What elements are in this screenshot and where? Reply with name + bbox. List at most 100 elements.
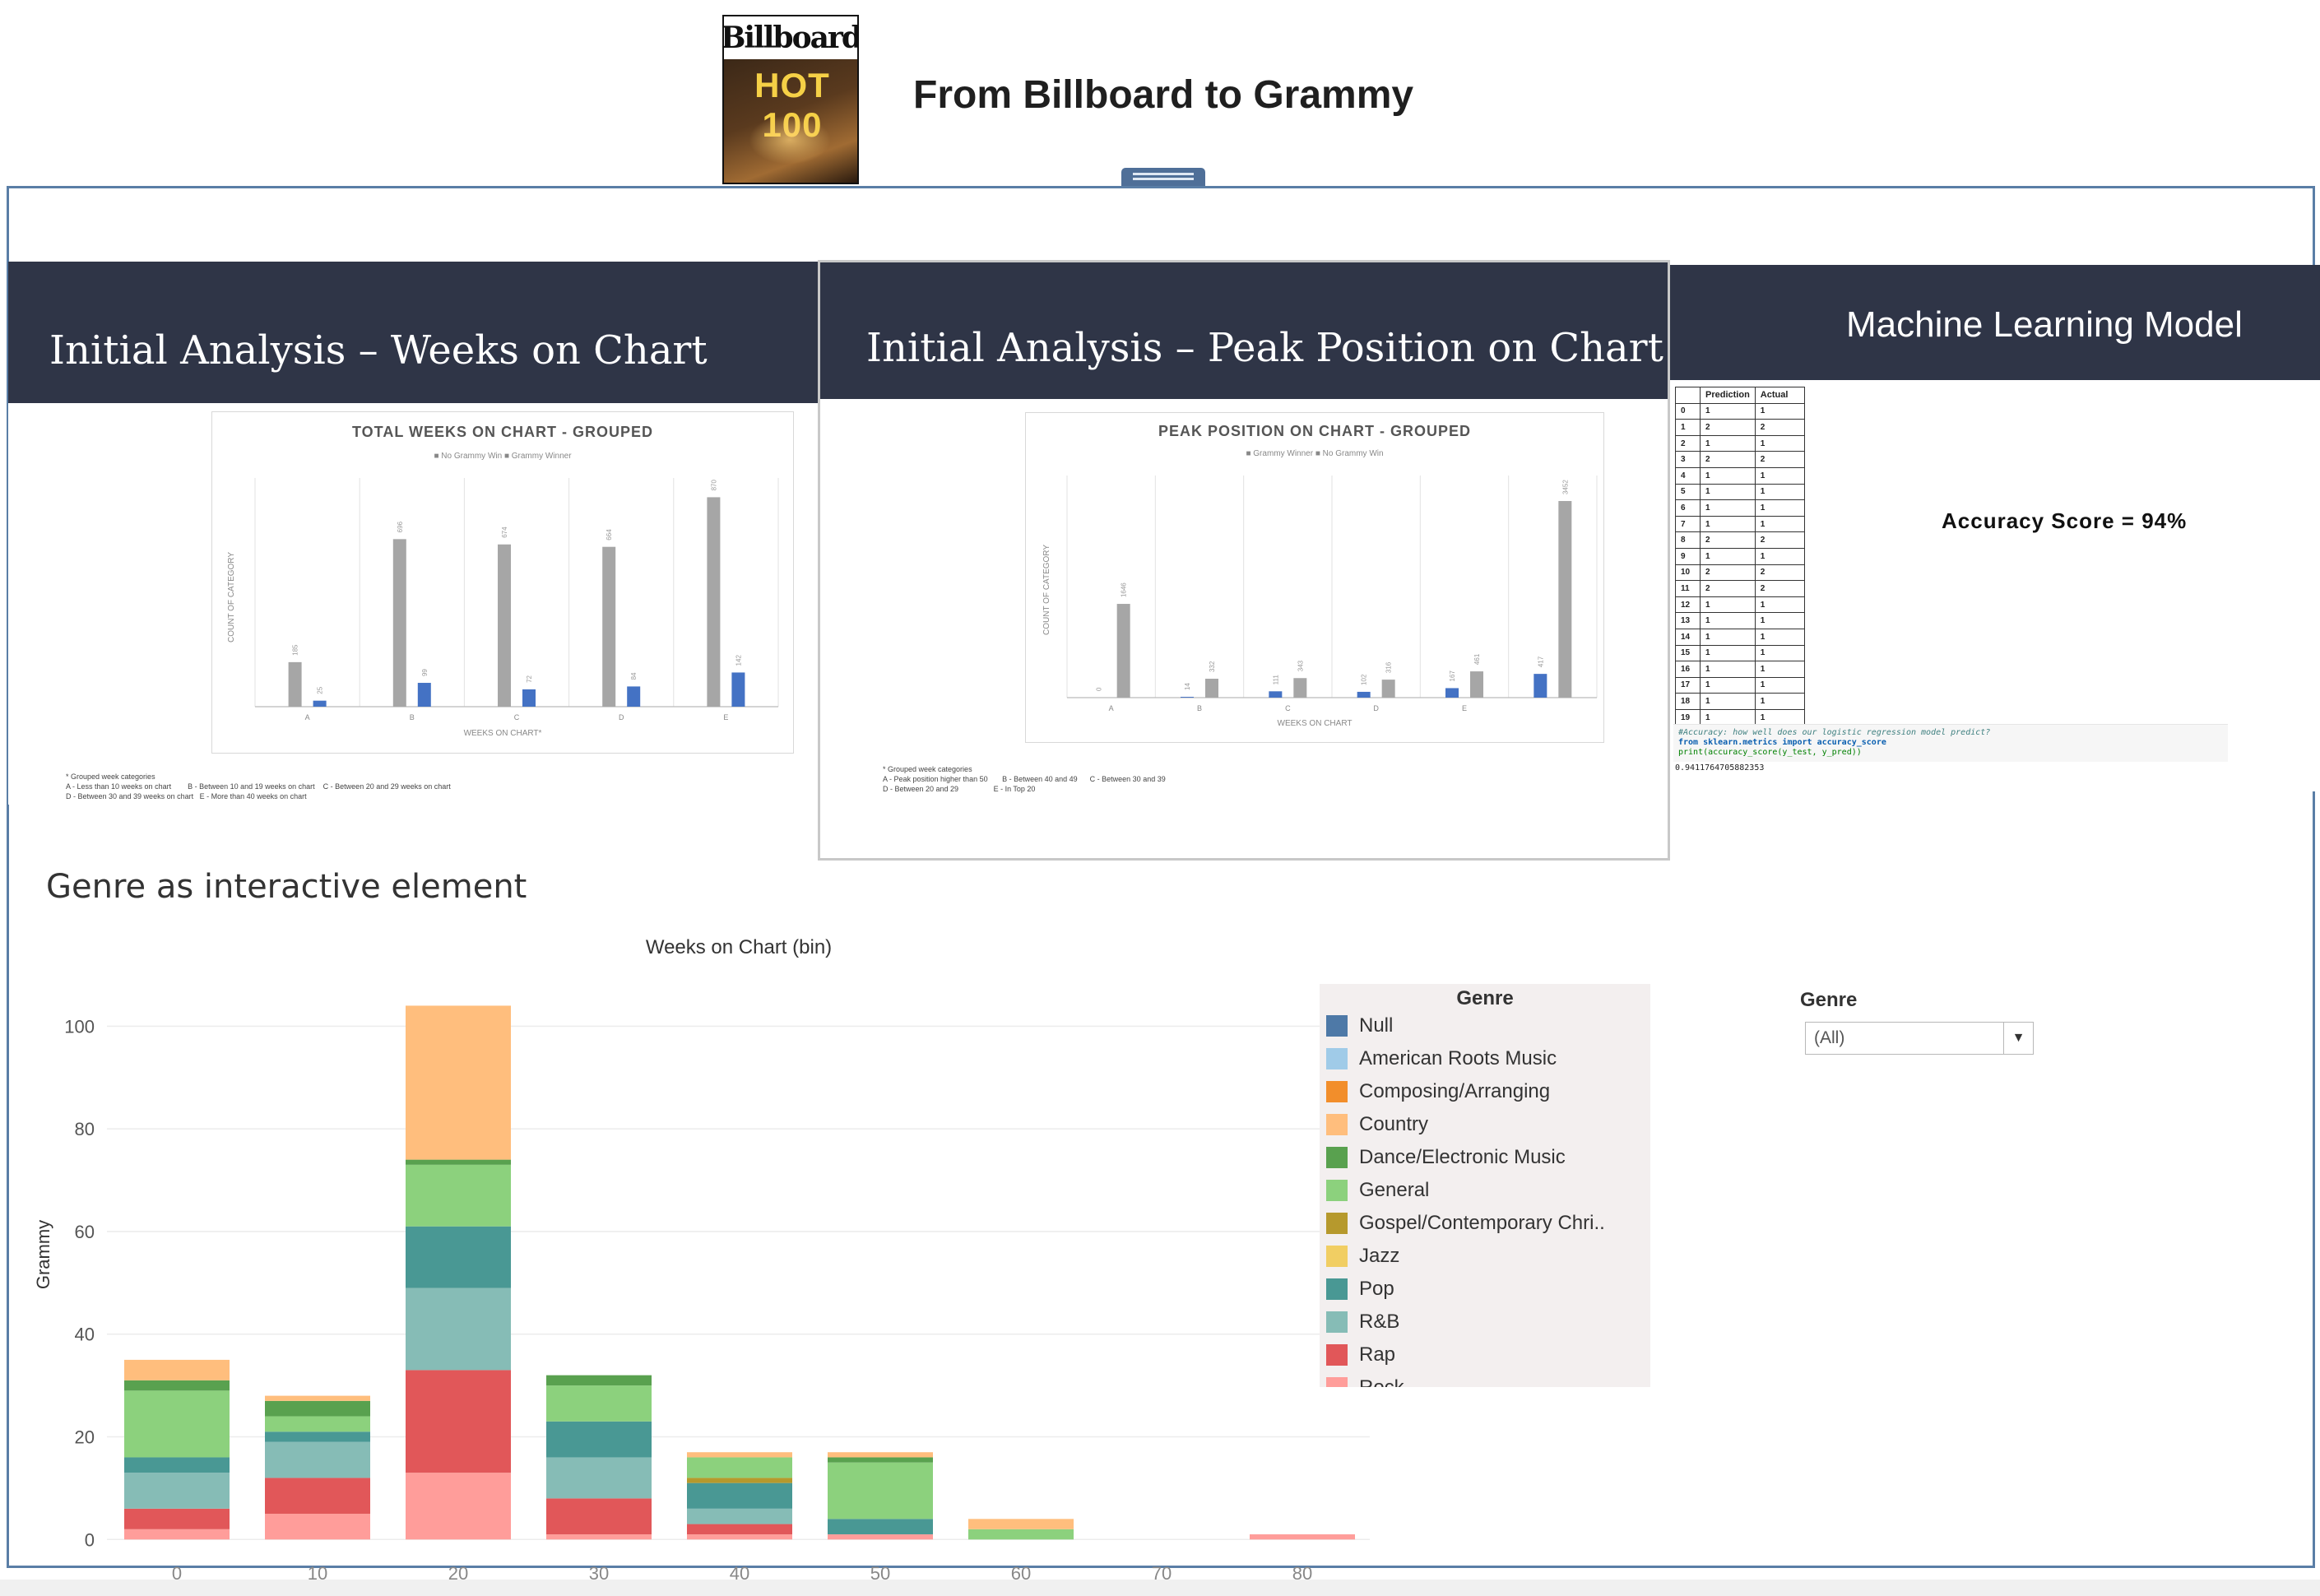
stacked-bar-segment[interactable] bbox=[546, 1534, 652, 1540]
legend-label: Pop bbox=[1359, 1278, 1394, 1300]
stacked-bar-segment[interactable] bbox=[406, 1005, 511, 1160]
legend-item[interactable]: Rock bbox=[1326, 1376, 1404, 1387]
stacked-bar-segment[interactable] bbox=[124, 1457, 230, 1473]
table-cell: 5 bbox=[1675, 483, 1701, 501]
chart-footnote: * Grouped week categories A - Peak posit… bbox=[883, 765, 1166, 793]
logo-wordmark: Billboard bbox=[722, 21, 859, 55]
data-label: 0 bbox=[1096, 687, 1103, 691]
stacked-bar-segment[interactable] bbox=[265, 1431, 370, 1442]
stacked-bar-segment[interactable] bbox=[1250, 1534, 1355, 1540]
bar bbox=[1381, 680, 1395, 698]
stacked-bar-segment[interactable] bbox=[124, 1473, 230, 1509]
bottom-scrollbar[interactable] bbox=[0, 1580, 2320, 1596]
table-row: 511 bbox=[1675, 483, 1805, 501]
table-cell: 2 bbox=[1754, 580, 1805, 597]
slide-title: Machine Learning Model bbox=[1846, 304, 2243, 345]
stacked-bar-segment[interactable] bbox=[265, 1441, 370, 1478]
stacked-bar-segment[interactable] bbox=[546, 1498, 652, 1535]
stacked-bar-segment[interactable] bbox=[687, 1478, 792, 1483]
table-row: 10 2 2 bbox=[1675, 564, 1805, 582]
table-row: 611 bbox=[1675, 499, 1805, 517]
legend-swatch bbox=[1326, 1147, 1348, 1168]
stacked-bar-segment[interactable] bbox=[406, 1159, 511, 1165]
table-row: 211 bbox=[1675, 434, 1805, 452]
table-header-cell bbox=[1675, 387, 1701, 404]
stacked-bar-segment[interactable] bbox=[406, 1287, 511, 1371]
peak-chart-svg: 0 1646 A 14 332 B 111 343 C 102 316 D 167 461 E 417 3452 bbox=[1066, 476, 1598, 712]
legend-swatch bbox=[1326, 1213, 1348, 1234]
stacked-bar-segment[interactable] bbox=[687, 1524, 792, 1535]
stacked-bar-segment[interactable] bbox=[968, 1519, 1074, 1529]
stacked-bar-segment[interactable] bbox=[687, 1508, 792, 1524]
table-cell: 2 bbox=[1700, 564, 1756, 582]
stacked-bar-segment[interactable] bbox=[265, 1400, 370, 1417]
table-cell: 1 bbox=[1754, 466, 1805, 485]
table-row: 13 1 1 bbox=[1675, 612, 1805, 629]
legend-item[interactable]: Composing/Arranging bbox=[1326, 1079, 1550, 1104]
stacked-bar-segment[interactable] bbox=[546, 1385, 652, 1422]
table-row: 17 1 1 bbox=[1675, 676, 1805, 694]
stacked-bar-segment[interactable] bbox=[124, 1390, 230, 1458]
legend-item[interactable]: Rap bbox=[1326, 1343, 1395, 1367]
stacked-bar-segment[interactable] bbox=[124, 1359, 230, 1380]
legend-item[interactable]: Country bbox=[1326, 1112, 1428, 1137]
stacked-bar-segment[interactable] bbox=[406, 1164, 511, 1227]
stacked-bar-segment[interactable] bbox=[828, 1462, 933, 1519]
table-cell: 15 bbox=[1675, 644, 1701, 662]
genre-stacked-bar-chart[interactable]: Weeks on Chart (bin)Grammy0204060801000 1… bbox=[16, 926, 1374, 1584]
bar bbox=[707, 497, 721, 707]
legend-item[interactable]: Jazz bbox=[1326, 1244, 1399, 1269]
legend-label: R&B bbox=[1359, 1311, 1400, 1333]
legend-item[interactable]: General bbox=[1326, 1178, 1429, 1203]
stacked-bar-segment[interactable] bbox=[828, 1457, 933, 1463]
table-cell: 1 bbox=[1754, 644, 1805, 662]
stacked-bar-segment[interactable] bbox=[687, 1452, 792, 1458]
stacked-bar-segment[interactable] bbox=[124, 1380, 230, 1391]
legend-swatch bbox=[1326, 1015, 1348, 1037]
legend-item[interactable]: Dance/Electronic Music bbox=[1326, 1145, 1566, 1170]
legend-item[interactable]: Gospel/Contemporary Chri.. bbox=[1326, 1211, 1605, 1236]
stacked-bar-segment[interactable] bbox=[406, 1473, 511, 1540]
stacked-bar-segment[interactable] bbox=[828, 1519, 933, 1535]
table-cell: 1 bbox=[1700, 612, 1756, 629]
stacked-bar-segment[interactable] bbox=[828, 1534, 933, 1540]
legend-item[interactable]: Null bbox=[1326, 1014, 1393, 1038]
stacked-bar-segment[interactable] bbox=[124, 1529, 230, 1540]
stacked-bar-segment[interactable] bbox=[828, 1452, 933, 1458]
bar bbox=[627, 686, 641, 707]
stacked-bar-segment[interactable] bbox=[265, 1478, 370, 1515]
stacked-bar-segment[interactable] bbox=[687, 1534, 792, 1540]
stacked-bar-segment[interactable] bbox=[687, 1457, 792, 1478]
legend-label: Rock bbox=[1359, 1376, 1404, 1387]
stacked-bar-segment[interactable] bbox=[406, 1226, 511, 1288]
stacked-bar-segment[interactable] bbox=[546, 1375, 652, 1386]
genre-legend-panel[interactable]: Genre Null American Roots Music Composing/… bbox=[1320, 984, 1650, 1387]
table-cell: 1 bbox=[1700, 628, 1756, 646]
table-cell: 17 bbox=[1675, 676, 1701, 694]
legend-item[interactable]: Pop bbox=[1326, 1277, 1394, 1301]
genre-filter-dropdown[interactable]: (All) ▼ bbox=[1805, 1022, 2034, 1055]
legend-item[interactable]: R&B bbox=[1326, 1310, 1399, 1334]
stacked-bar-segment[interactable] bbox=[265, 1416, 370, 1432]
stacked-bar-segment[interactable] bbox=[124, 1508, 230, 1529]
table-cell: 1 bbox=[1754, 499, 1805, 517]
table-cell: 2 bbox=[1754, 451, 1805, 468]
table-row: 122 bbox=[1675, 419, 1805, 436]
legend-item[interactable]: American Roots Music bbox=[1326, 1046, 1557, 1071]
y-tick-label: 20 bbox=[75, 1427, 95, 1448]
stacked-bar-segment[interactable] bbox=[265, 1395, 370, 1401]
table-cell: 9 bbox=[1675, 547, 1701, 565]
stacked-bar-segment[interactable] bbox=[546, 1421, 652, 1458]
data-label: 167 bbox=[1449, 670, 1456, 682]
bar bbox=[1534, 674, 1547, 698]
collapse-toggle-handle[interactable] bbox=[1121, 168, 1205, 186]
stacked-bar-segment[interactable] bbox=[968, 1529, 1074, 1540]
stacked-bar-segment[interactable] bbox=[406, 1370, 511, 1473]
legend-label: Rap bbox=[1359, 1343, 1396, 1366]
stacked-bar-segment[interactable] bbox=[546, 1457, 652, 1499]
chevron-down-icon[interactable]: ▼ bbox=[2003, 1023, 2033, 1054]
stacked-bar-segment[interactable] bbox=[687, 1482, 792, 1509]
table-cell: 2 bbox=[1700, 419, 1756, 436]
table-cell: 8 bbox=[1675, 531, 1701, 549]
stacked-bar-segment[interactable] bbox=[265, 1514, 370, 1540]
